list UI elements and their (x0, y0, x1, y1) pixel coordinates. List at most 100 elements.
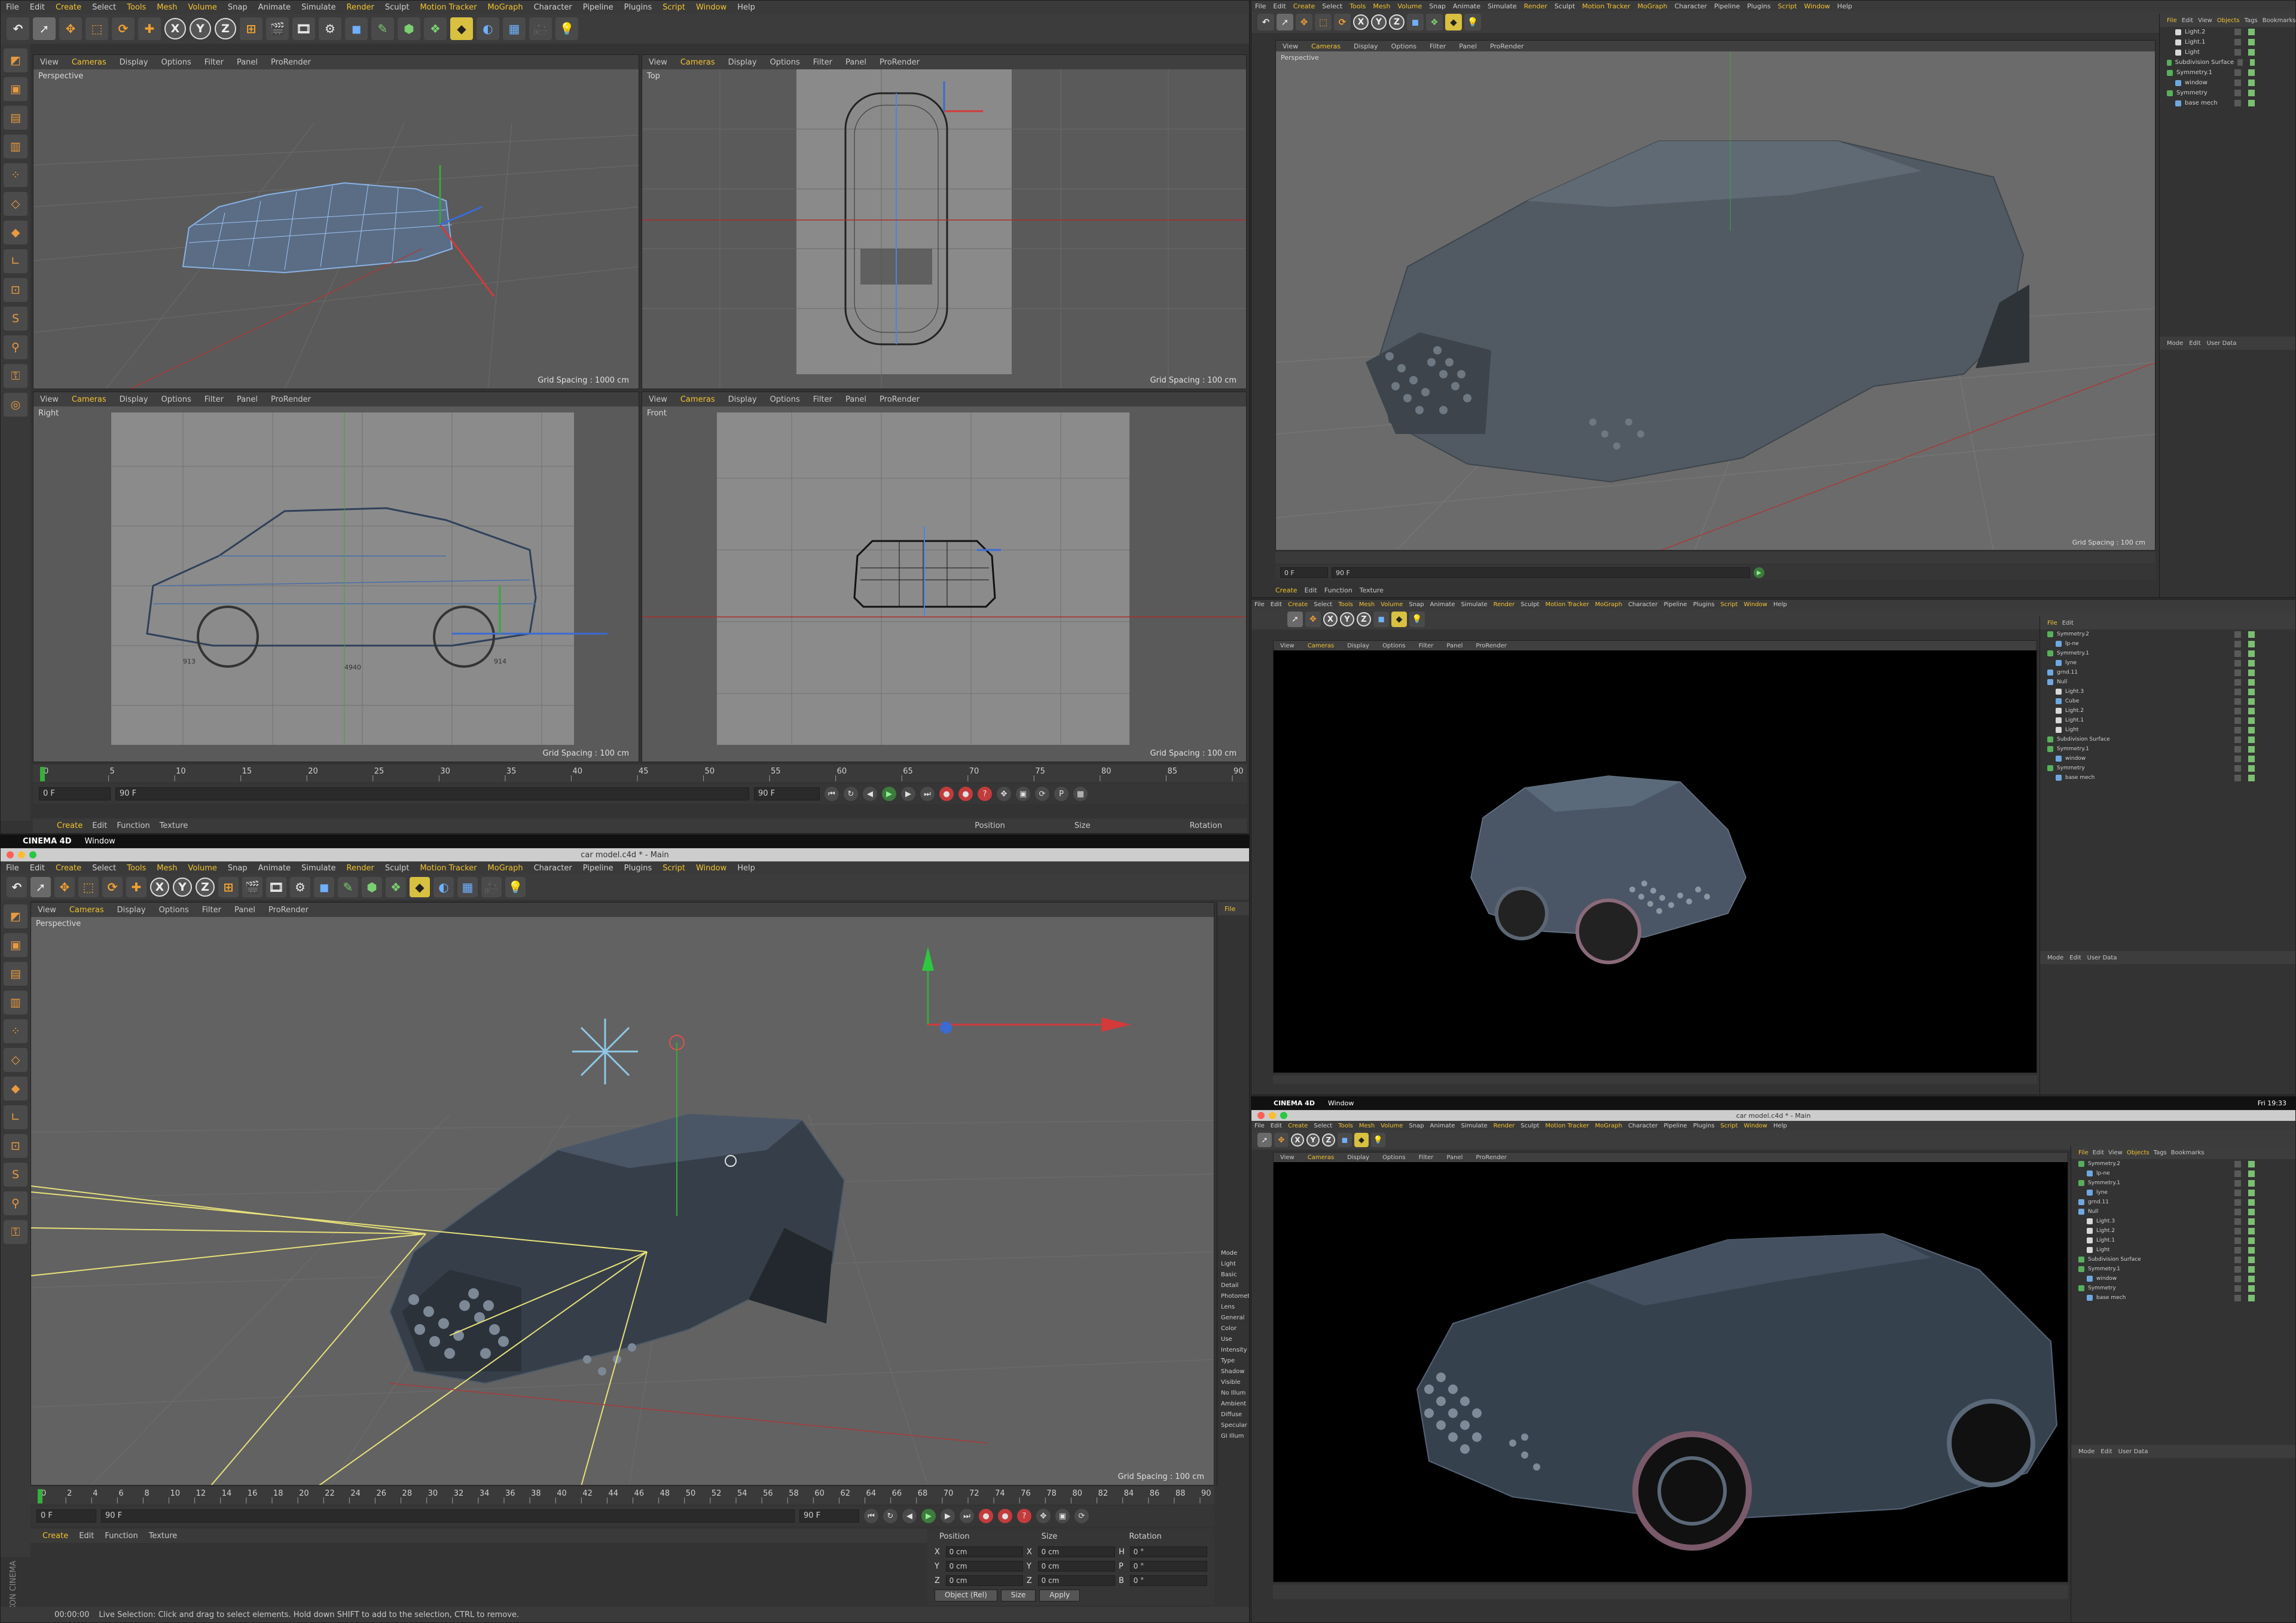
y-axis-lock[interactable]: Y (1306, 1133, 1320, 1147)
axis-mode-icon[interactable]: ∟ (4, 249, 28, 273)
coordinate-field[interactable]: 0 cm (945, 1561, 1023, 1572)
keyframe-selection-icon[interactable]: ? (1017, 1509, 1031, 1523)
vp-menu-prorender[interactable]: ProRender (264, 58, 317, 67)
vp-menu-display[interactable]: Display (1347, 42, 1385, 50)
current-frame-field[interactable]: 0 F (39, 787, 111, 800)
viewport-right[interactable]: View Cameras Display Options Filter Pane… (33, 392, 639, 762)
menu-window[interactable]: Window (691, 864, 732, 873)
vp-menu-panel[interactable]: Panel (230, 395, 264, 404)
enabled-check-icon[interactable] (2248, 1237, 2255, 1244)
visibility-toggle[interactable] (2234, 640, 2241, 647)
next-frame-icon[interactable]: ▶ (941, 1509, 955, 1523)
object-row[interactable]: Symmetry (2160, 88, 2295, 98)
visibility-toggle[interactable] (2234, 745, 2241, 753)
coordinate-mode-select[interactable]: Object (Rel) (935, 1590, 997, 1601)
attr-tab-mode[interactable]: Mode (2167, 340, 2183, 347)
attr-tab-user-data[interactable]: User Data (2207, 340, 2237, 347)
object-row[interactable]: Light.3 (2040, 687, 2295, 696)
vp-menu-options[interactable]: Options (1385, 42, 1423, 50)
points-mode-icon[interactable]: ⁘ (4, 1019, 28, 1043)
enabled-check-icon[interactable] (2248, 755, 2255, 762)
go-to-start-icon[interactable]: ⏮ (825, 787, 839, 801)
menu-render[interactable]: Render (1491, 1123, 1518, 1129)
menu-character[interactable]: Character (1625, 1123, 1660, 1129)
menu-render[interactable]: Render (1491, 601, 1518, 608)
coordinate-system-icon[interactable]: ⊞ (240, 17, 262, 40)
menu-pipeline[interactable]: Pipeline (1660, 1123, 1690, 1129)
menu-file[interactable]: File (1, 864, 25, 873)
deformer-icon[interactable]: ◆ (450, 17, 473, 40)
attribute-label[interactable]: Use (1217, 1336, 1249, 1347)
menu-select[interactable]: Select (1318, 2, 1346, 10)
enabled-check-icon[interactable] (2248, 659, 2255, 667)
render-picture-viewer-icon[interactable]: 🎞 (266, 877, 286, 897)
menu-character[interactable]: Character (529, 3, 578, 12)
menu-simulate[interactable]: Simulate (1458, 601, 1490, 608)
deformer-icon[interactable]: ◆ (1391, 612, 1407, 627)
scale-tool-icon[interactable]: ⬚ (86, 17, 108, 40)
attribute-label[interactable]: Intensity (1217, 1347, 1249, 1358)
menu-snap[interactable]: Snap (222, 864, 253, 873)
attribute-label[interactable]: No Illum (1217, 1390, 1249, 1401)
vp-menu-panel[interactable]: Panel (1440, 643, 1469, 649)
menu-mesh[interactable]: Mesh (1356, 1123, 1378, 1129)
deformer-icon[interactable]: ◆ (1445, 14, 1462, 30)
enabled-check-icon[interactable] (2248, 774, 2255, 781)
vp-menu-display[interactable]: Display (113, 395, 155, 404)
attribute-label[interactable]: Detail (1217, 1282, 1249, 1293)
visibility-toggle[interactable] (2234, 698, 2241, 705)
vp-menu-filter[interactable]: Filter (196, 906, 228, 915)
enabled-check-icon[interactable] (2248, 726, 2255, 733)
timeline-playhead[interactable] (40, 767, 45, 781)
cloner-icon[interactable]: ❖ (386, 877, 406, 897)
vp-menu-filter[interactable]: Filter (1412, 1154, 1440, 1161)
mac-window-menu[interactable]: Window (1328, 1099, 1354, 1107)
object-row[interactable]: Light.1 (2071, 1236, 2295, 1245)
current-frame-field[interactable]: 0 F (36, 1509, 96, 1523)
vp-menu-prorender[interactable]: ProRender (264, 395, 317, 404)
om-tab-objects[interactable]: Objects (2217, 17, 2240, 24)
vp-menu-display[interactable]: Display (1341, 1154, 1376, 1161)
live-selection-icon[interactable]: ➚ (1287, 612, 1303, 627)
subdivision-icon[interactable]: ⬢ (362, 877, 382, 897)
play-icon[interactable]: ▶ (921, 1509, 936, 1523)
keyframe-selection-icon[interactable]: ? (978, 787, 992, 801)
live-selection-icon[interactable]: ➚ (1277, 14, 1293, 30)
enabled-check-icon[interactable] (2248, 1227, 2255, 1234)
menu-volume[interactable]: Volume (1378, 1123, 1406, 1129)
attribute-label[interactable]: Type (1217, 1358, 1249, 1368)
attribute-label[interactable]: Light (1217, 1261, 1249, 1271)
menu-simulate[interactable]: Simulate (1484, 2, 1521, 10)
add-tool-icon[interactable]: ✚ (126, 877, 146, 897)
menu-animate[interactable]: Animate (1427, 1123, 1458, 1129)
menu-script[interactable]: Script (1717, 1123, 1741, 1129)
loop-icon[interactable]: ↻ (883, 1509, 897, 1523)
menu-file[interactable]: File (1, 3, 25, 12)
menu-simulate[interactable]: Simulate (296, 3, 341, 12)
attribute-label[interactable]: GI Illum (1217, 1433, 1249, 1444)
key-param-icon[interactable]: P (1054, 787, 1068, 801)
vp-menu-panel[interactable]: Panel (1440, 1154, 1469, 1161)
menu-mograph[interactable]: MoGraph (483, 3, 529, 12)
vp-menu-display[interactable]: Display (722, 395, 764, 404)
deformer-icon[interactable]: ◆ (410, 877, 430, 897)
coordinate-system-icon[interactable]: ⊞ (218, 877, 239, 897)
enabled-check-icon[interactable] (2248, 39, 2255, 45)
menu-edit[interactable]: Edit (25, 3, 50, 12)
menu-create[interactable]: Create (1285, 1123, 1311, 1129)
vp-menu-prorender[interactable]: ProRender (262, 906, 315, 915)
render-view-icon[interactable]: 🎬 (242, 877, 262, 897)
menu-sculpt[interactable]: Sculpt (1518, 601, 1542, 608)
undo-icon[interactable]: ↶ (1257, 14, 1274, 30)
visibility-toggle[interactable] (2237, 59, 2243, 66)
visibility-toggle[interactable] (2234, 669, 2241, 676)
timeline-small[interactable] (1273, 1585, 2068, 1599)
z-axis-lock[interactable]: Z (1389, 14, 1405, 30)
menu-snap[interactable]: Snap (1406, 601, 1427, 608)
object-row[interactable]: base mech (2160, 98, 2295, 108)
menu-help[interactable]: Help (1770, 601, 1790, 608)
menu-script[interactable]: Script (1717, 601, 1741, 608)
enabled-check-icon[interactable] (2248, 69, 2255, 76)
render-settings-icon[interactable]: ⚙ (319, 17, 341, 40)
environment-icon[interactable]: ◐ (477, 17, 499, 40)
